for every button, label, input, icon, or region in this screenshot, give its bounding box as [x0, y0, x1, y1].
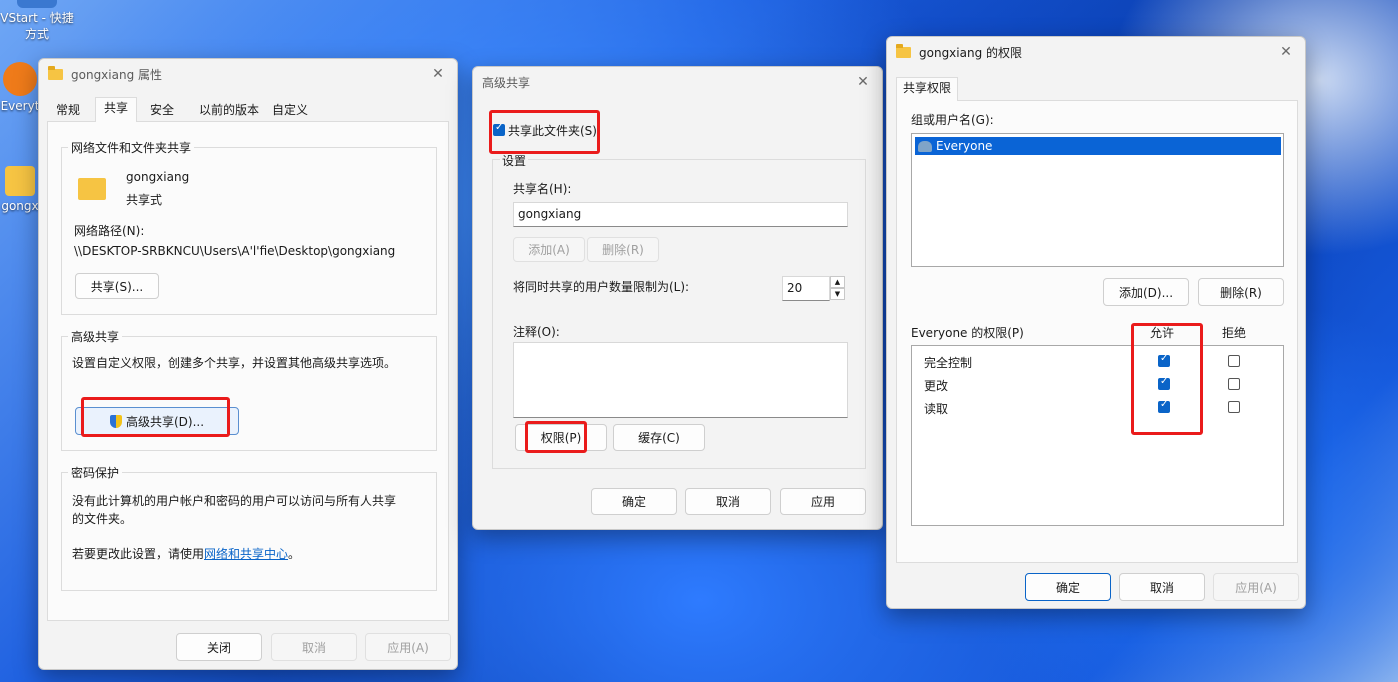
tab-security[interactable]: 安全 — [143, 99, 181, 121]
spinner-down-icon[interactable]: ▼ — [830, 288, 845, 300]
share-permissions-panel: 组或用户名(G): Everyone 添加(D)... 删除(R) Everyo… — [896, 100, 1298, 563]
advanced-description: 设置自定义权限，创建多个共享，并设置其他高级共享选项。 — [72, 356, 397, 370]
add-button[interactable]: 添加(A) — [513, 237, 585, 262]
list-item[interactable]: Everyone — [915, 137, 1281, 155]
permissions-window: gongxiang 的权限 ✕ 共享权限 组或用户名(G): Everyone … — [886, 36, 1306, 609]
permission-name: 完全控制 — [924, 356, 973, 370]
deny-read-checkbox[interactable] — [1228, 401, 1240, 413]
permissions-list: 完全控制 更改 读取 — [911, 345, 1284, 526]
deny-change-checkbox[interactable] — [1228, 378, 1240, 390]
allow-full-control-checkbox[interactable] — [1158, 353, 1170, 367]
tab-customize[interactable]: 自定义 — [265, 99, 315, 121]
comment-label: 注释(O): — [513, 325, 560, 339]
network-path-value: \\DESKTOP-SRBKNCU\Users\A'l'fie\Desktop\… — [74, 244, 396, 258]
cache-button[interactable]: 缓存(C) — [613, 424, 705, 451]
permissions-for-label: Everyone 的权限(P) — [911, 326, 1024, 340]
apply-button[interactable]: 应用 — [780, 488, 866, 515]
users-list: Everyone — [911, 133, 1284, 267]
share-button[interactable]: 共享(S)... — [75, 273, 159, 299]
properties-titlebar: gongxiang 属性 — [39, 59, 457, 89]
apply-button[interactable]: 应用(A) — [1213, 573, 1299, 601]
cancel-button[interactable]: 取消 — [1119, 573, 1205, 601]
shared-folder-icon — [78, 178, 106, 200]
permissions-button[interactable]: 权限(P) — [515, 424, 607, 451]
advanced-titlebar: 高级共享 — [473, 67, 882, 97]
close-icon[interactable]: ✕ — [1275, 42, 1297, 62]
allow-read-checkbox[interactable] — [1158, 399, 1170, 413]
group-title: 网络文件和文件夹共享 — [68, 139, 195, 156]
folder-icon — [896, 43, 911, 58]
allow-header: 允许 — [1150, 326, 1175, 340]
permission-name: 更改 — [924, 379, 949, 393]
share-folder-label[interactable]: 共享此文件夹(S) — [508, 122, 597, 139]
deny-header: 拒绝 — [1222, 326, 1247, 340]
tab-share-permissions[interactable]: 共享权限 — [896, 77, 959, 101]
desktop-icon-vstart[interactable]: VStart - 快捷方式 — [0, 0, 74, 42]
group-title: 高级共享 — [68, 328, 123, 345]
close-icon[interactable]: ✕ — [427, 64, 449, 84]
window-title: 高级共享 — [482, 75, 531, 90]
vstart-icon — [17, 0, 57, 8]
share-name-input[interactable]: gongxiang — [513, 202, 848, 227]
window-title: gongxiang 的权限 — [919, 45, 1023, 60]
share-name-label: 共享名(H): — [513, 182, 572, 196]
cancel-button[interactable]: 取消 — [271, 633, 357, 661]
desktop-icon-label: VStart - 快捷方式 — [0, 11, 74, 41]
folder-status: 共享式 — [126, 193, 163, 207]
advanced-sharing-label: 高级共享(D)... — [125, 414, 205, 429]
sharing-panel: 网络文件和文件夹共享 gongxiang 共享式 网络路径(N): \\DESK… — [47, 121, 449, 621]
user-limit-label: 将同时共享的用户数量限制为(L): — [513, 280, 690, 294]
close-icon[interactable]: ✕ — [852, 72, 874, 92]
desktop-icon-folder[interactable]: gongx — [0, 166, 40, 214]
desktop-icon-label: gongx — [1, 199, 39, 213]
remove-user-button[interactable]: 删除(R) — [1198, 278, 1284, 306]
group-users-label: 组或用户名(G): — [911, 113, 994, 127]
tab-sharing[interactable]: 共享 — [95, 97, 138, 122]
apply-button[interactable]: 应用(A) — [365, 633, 451, 661]
everything-icon — [3, 62, 37, 96]
user-limit-input[interactable]: 20 — [782, 276, 830, 301]
add-user-button[interactable]: 添加(D)... — [1103, 278, 1189, 306]
allow-change-checkbox[interactable] — [1158, 376, 1170, 390]
window-title: gongxiang 属性 — [71, 67, 163, 82]
permissions-titlebar: gongxiang 的权限 — [887, 37, 1305, 67]
settings-title: 设置 — [500, 152, 529, 169]
network-path-label: 网络路径(N): — [74, 224, 145, 238]
spinner-up-icon[interactable]: ▲ — [830, 276, 845, 288]
password-protection-group — [61, 472, 437, 591]
password-description: 没有此计算机的用户帐户和密码的用户可以访问与所有人共享的文件夹。 — [72, 494, 397, 526]
comment-textarea[interactable] — [513, 342, 848, 418]
ok-button[interactable]: 确定 — [1025, 573, 1111, 601]
ok-button[interactable]: 确定 — [591, 488, 677, 515]
password-change-prefix: 若要更改此设置，请使用 — [72, 547, 205, 561]
password-change-suffix: 。 — [288, 547, 301, 561]
desktop-icon-label: Everyt — [0, 99, 40, 113]
users-group-icon — [918, 140, 932, 152]
close-button[interactable]: 关闭 — [176, 633, 262, 661]
cancel-button[interactable]: 取消 — [685, 488, 771, 515]
folder-icon — [48, 65, 63, 80]
remove-button[interactable]: 删除(R) — [587, 237, 659, 262]
network-sharing-center-link[interactable]: 网络和共享中心 — [204, 547, 288, 561]
permission-name: 读取 — [924, 402, 949, 416]
user-name: Everyone — [936, 139, 993, 153]
share-folder-checkbox[interactable] — [493, 122, 505, 136]
advanced-sharing-window: 高级共享 ✕ 共享此文件夹(S) 设置 共享名(H): gongxiang 添加… — [472, 66, 883, 530]
folder-icon — [5, 166, 35, 196]
advanced-sharing-button[interactable]: 高级共享(D)... — [75, 407, 239, 435]
tab-previous-versions[interactable]: 以前的版本 — [192, 99, 266, 121]
group-title: 密码保护 — [68, 464, 123, 481]
deny-full-control-checkbox[interactable] — [1228, 355, 1240, 367]
properties-window: gongxiang 属性 ✕ 常规 共享 安全 以前的版本 自定义 网络文件和文… — [38, 58, 458, 670]
tab-general[interactable]: 常规 — [49, 99, 87, 121]
folder-name: gongxiang — [126, 170, 190, 184]
password-change-text: 若要更改此设置，请使用网络和共享中心。 — [72, 545, 300, 562]
shield-icon — [109, 414, 122, 428]
desktop-icon-everything[interactable]: Everyt — [0, 62, 40, 114]
